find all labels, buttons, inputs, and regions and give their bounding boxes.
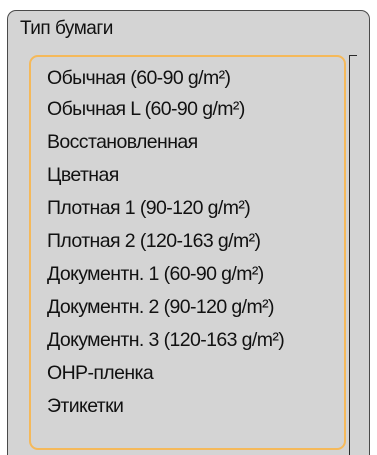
list-item-heavy-2[interactable]: Плотная 2 (120-163 g/m²)	[47, 226, 261, 256]
list-item-bond-1[interactable]: Документн. 1 (60-90 g/m²)	[47, 259, 264, 289]
list-item-heavy-1[interactable]: Плотная 1 (90-120 g/m²)	[47, 193, 251, 223]
list-item-bond-3[interactable]: Документн. 3 (120-163 g/m²)	[47, 325, 285, 355]
list-item-color[interactable]: Цветная	[47, 160, 119, 190]
list-scrollbar[interactable]	[349, 55, 357, 455]
panel-title: Тип бумаги	[20, 18, 113, 39]
list-item-transparency[interactable]: OHP-пленка	[47, 358, 154, 388]
list-item-bond-2[interactable]: Документн. 2 (90-120 g/m²)	[47, 292, 275, 322]
list-item-plain-l[interactable]: Обычная L (60-90 g/m²)	[47, 94, 245, 124]
list-item-plain[interactable]: Обычная (60-90 g/m²)	[47, 63, 231, 93]
paper-type-list[interactable]: Обычная (60-90 g/m²) Обычная L (60-90 g/…	[29, 55, 346, 450]
list-item-recycled[interactable]: Восстановленная	[47, 127, 198, 157]
list-item-labels[interactable]: Этикетки	[47, 391, 124, 421]
